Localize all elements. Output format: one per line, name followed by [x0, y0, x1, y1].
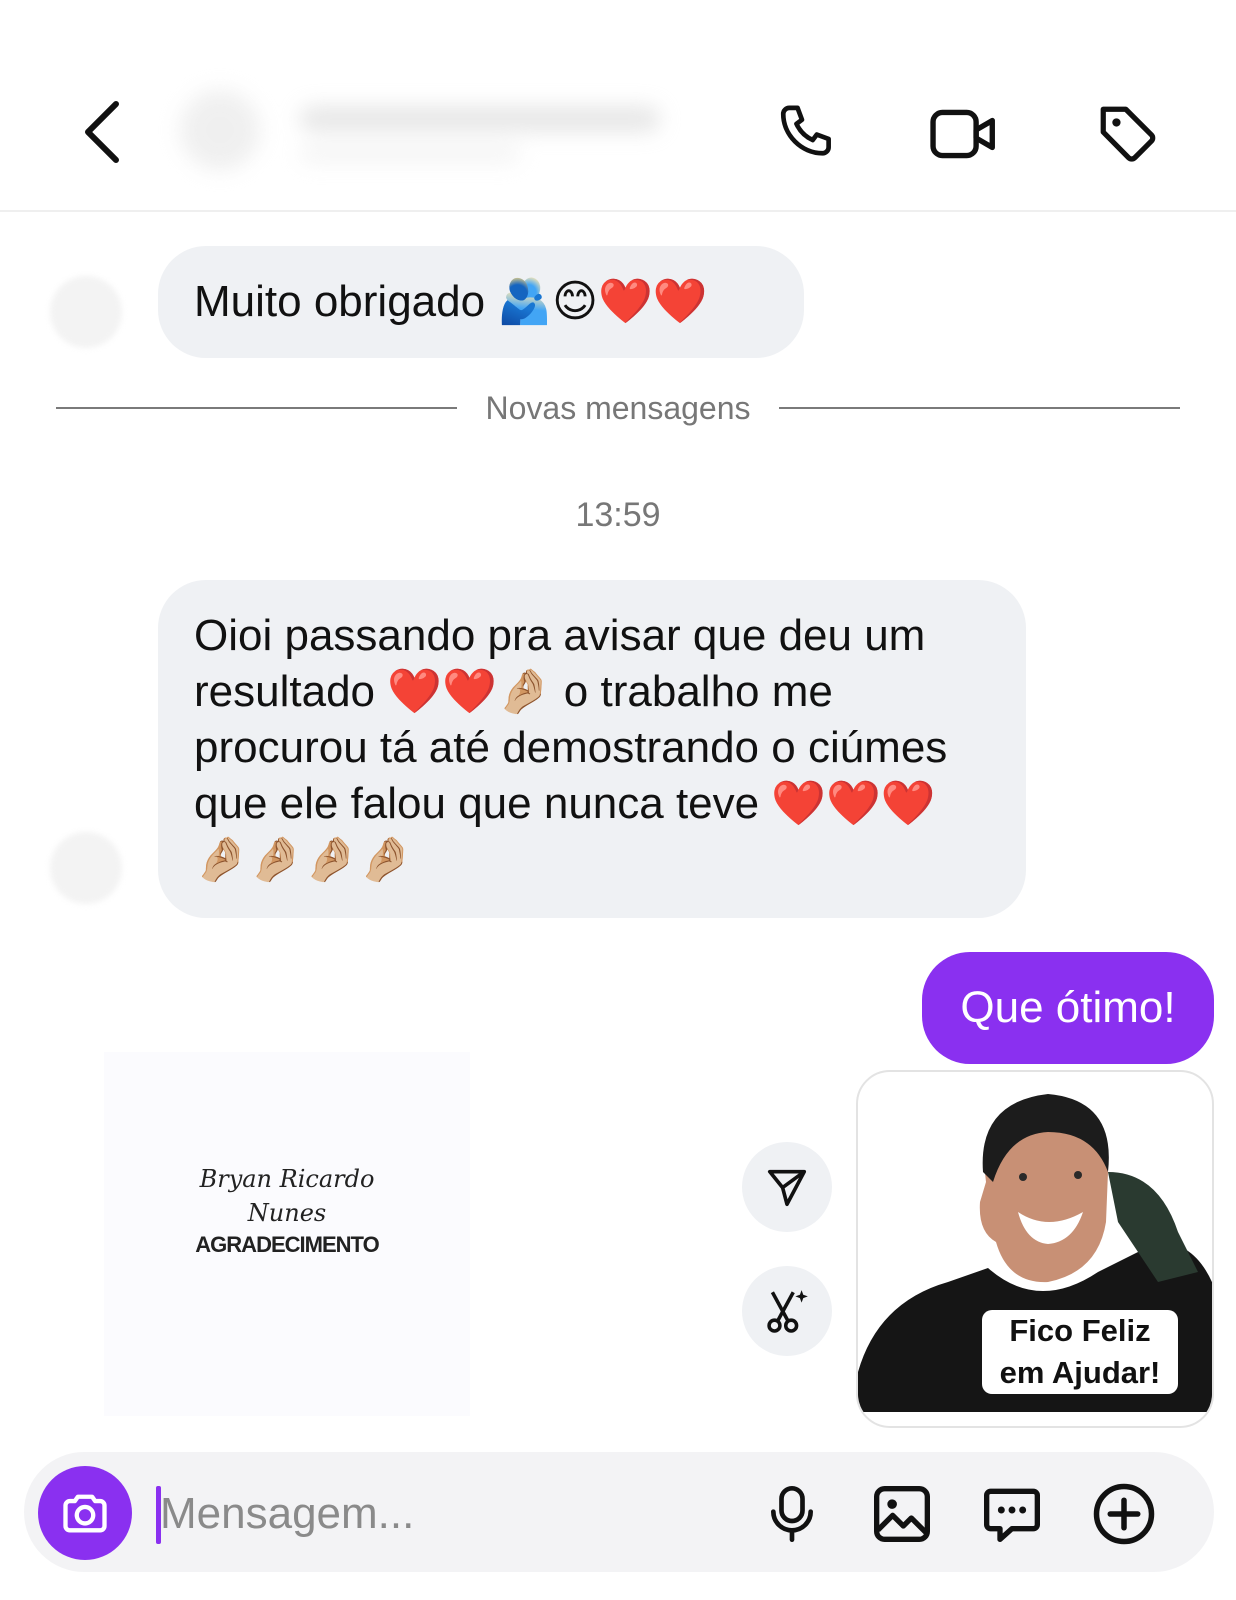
back-button[interactable]: [72, 96, 132, 168]
image-icon: [874, 1486, 930, 1542]
video-camera-icon: [930, 109, 995, 159]
sender-avatar[interactable]: [50, 276, 122, 348]
sticker-icon: [984, 1488, 1040, 1542]
outgoing-message[interactable]: Que ótimo!: [922, 952, 1214, 1064]
plus-icon: [1093, 1483, 1155, 1545]
signature-line-2: Nunes: [247, 1199, 327, 1227]
scissors-sparkle-icon: [767, 1290, 808, 1333]
caption-line-1: Fico Feliz: [1009, 1313, 1151, 1348]
more-options-button[interactable]: [1086, 1476, 1162, 1552]
microphone-icon: [771, 1486, 813, 1542]
message-timestamp: 13:59: [575, 496, 661, 534]
chevron-left-icon: [85, 101, 119, 163]
incoming-message[interactable]: Oioi passando pra avisar que deu um resu…: [158, 580, 1026, 918]
gallery-button[interactable]: [864, 1476, 940, 1552]
camera-button[interactable]: [38, 1466, 132, 1560]
phone-call-button[interactable]: [768, 96, 848, 172]
sender-avatar[interactable]: [50, 832, 122, 904]
contact-avatar: [180, 90, 260, 170]
chat-header: [0, 0, 1236, 212]
create-sticker-button[interactable]: [742, 1266, 832, 1356]
signature-script: Bryan Ricardo Nunes: [104, 1162, 470, 1230]
message-composer: [24, 1452, 1214, 1572]
signature-line-1: Bryan Ricardo: [199, 1165, 375, 1193]
camera-icon: [63, 1494, 107, 1533]
divider-line: [778, 407, 1180, 409]
caption-line-2: em Ajudar!: [999, 1355, 1161, 1390]
tag-icon: [1100, 106, 1156, 162]
tag-button[interactable]: [1088, 96, 1168, 172]
incoming-message[interactable]: Muito obrigado 🫂😊❤️❤️: [158, 246, 804, 358]
share-button[interactable]: [742, 1142, 832, 1232]
contact-info-redacted[interactable]: [180, 86, 700, 176]
sticker-button[interactable]: [974, 1476, 1050, 1552]
contact-name-redacted: [300, 106, 660, 132]
divider-label: Novas mensagens: [485, 389, 751, 426]
phone-icon: [780, 105, 831, 156]
photo-sticker-caption: Fico Feliz em Ajudar!: [982, 1310, 1178, 1394]
signature-sticker[interactable]: Bryan Ricardo Nunes AGRADECIMENTO: [104, 1052, 470, 1416]
video-call-button[interactable]: [924, 96, 1004, 172]
signature-caption: AGRADECIMENTO: [195, 1232, 379, 1257]
divider-line: [56, 407, 458, 409]
new-messages-divider: Novas mensagens: [56, 386, 1180, 430]
send-icon: [767, 1169, 807, 1207]
voice-message-button[interactable]: [754, 1476, 830, 1552]
photo-sticker[interactable]: Fico Feliz em Ajudar!: [856, 1070, 1214, 1428]
contact-status-redacted: [300, 146, 520, 162]
message-input[interactable]: [160, 1474, 720, 1554]
